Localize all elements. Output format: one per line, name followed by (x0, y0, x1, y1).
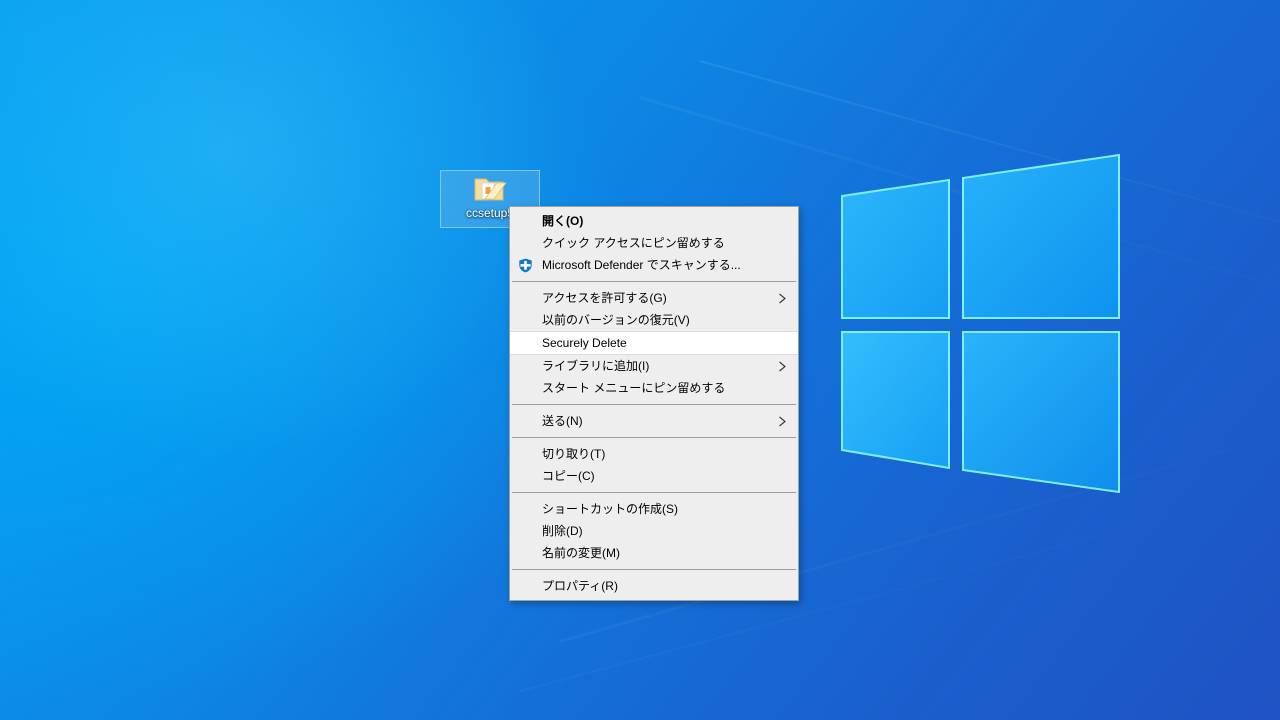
chevron-right-icon (776, 292, 788, 304)
menu-item-label: 切り取り(T) (542, 447, 606, 461)
defender-shield-icon (514, 256, 536, 274)
desktop[interactable]: ccsetup5 開く(O) クイック アクセスにピン留めする Microsof… (0, 0, 1280, 720)
menu-item-label: 以前のバージョンの復元(V) (542, 313, 690, 327)
menu-separator (512, 492, 796, 493)
menu-item-properties[interactable]: プロパティ(R) (510, 575, 798, 597)
menu-item-label: 開く(O) (542, 214, 584, 228)
menu-item-icon-slot (514, 412, 536, 430)
menu-separator (512, 404, 796, 405)
menu-item-icon-slot (514, 357, 536, 375)
menu-item-label: ライブラリに追加(I) (542, 359, 650, 373)
menu-item-label: スタート メニューにピン留めする (542, 381, 726, 395)
menu-separator (512, 569, 796, 570)
menu-item-label: 名前の変更(M) (542, 546, 620, 560)
menu-item-icon-slot (514, 500, 536, 518)
menu-item-delete[interactable]: 削除(D) (510, 520, 798, 542)
menu-item-copy[interactable]: コピー(C) (510, 465, 798, 487)
folder-open-icon (473, 174, 507, 204)
menu-item-icon-slot (514, 467, 536, 485)
menu-item-icon-slot (514, 334, 536, 352)
menu-item-icon-slot (514, 445, 536, 463)
menu-item-label: プロパティ(R) (542, 579, 618, 593)
desktop-icon-label: ccsetup5 (465, 206, 515, 220)
menu-item-restore-previous-versions[interactable]: 以前のバージョンの復元(V) (510, 309, 798, 331)
menu-item-rename[interactable]: 名前の変更(M) (510, 542, 798, 564)
menu-item-icon-slot (514, 577, 536, 595)
menu-separator (512, 437, 796, 438)
menu-item-pin-to-quick-access[interactable]: クイック アクセスにピン留めする (510, 232, 798, 254)
menu-item-icon-slot (514, 311, 536, 329)
menu-item-icon-slot (514, 544, 536, 562)
menu-item-label: コピー(C) (542, 469, 595, 483)
menu-item-scan-with-defender[interactable]: Microsoft Defender でスキャンする... (510, 254, 798, 276)
menu-item-cut[interactable]: 切り取り(T) (510, 443, 798, 465)
menu-item-send-to[interactable]: 送る(N) (510, 410, 798, 432)
menu-item-icon-slot (514, 522, 536, 540)
menu-item-icon-slot (514, 234, 536, 252)
menu-item-label: 削除(D) (542, 524, 583, 538)
chevron-right-icon (776, 415, 788, 427)
menu-item-add-to-library[interactable]: ライブラリに追加(I) (510, 355, 798, 377)
menu-separator (512, 281, 796, 282)
menu-item-label: 送る(N) (542, 414, 583, 428)
menu-item-create-shortcut[interactable]: ショートカットの作成(S) (510, 498, 798, 520)
menu-item-give-access-to[interactable]: アクセスを許可する(G) (510, 287, 798, 309)
context-menu[interactable]: 開く(O) クイック アクセスにピン留めする Microsoft Defende… (509, 206, 799, 601)
menu-item-label: Microsoft Defender でスキャンする... (542, 258, 741, 272)
menu-item-open[interactable]: 開く(O) (510, 210, 798, 232)
menu-item-pin-to-start[interactable]: スタート メニューにピン留めする (510, 377, 798, 399)
menu-item-icon-slot (514, 212, 536, 230)
menu-item-label: ショートカットの作成(S) (542, 502, 678, 516)
menu-item-label: アクセスを許可する(G) (542, 291, 667, 305)
chevron-right-icon (776, 360, 788, 372)
menu-item-securely-delete[interactable]: Securely Delete (510, 331, 798, 355)
menu-item-icon-slot (514, 289, 536, 307)
menu-item-label: クイック アクセスにピン留めする (542, 236, 725, 250)
menu-item-label: Securely Delete (542, 336, 627, 350)
menu-item-icon-slot (514, 379, 536, 397)
